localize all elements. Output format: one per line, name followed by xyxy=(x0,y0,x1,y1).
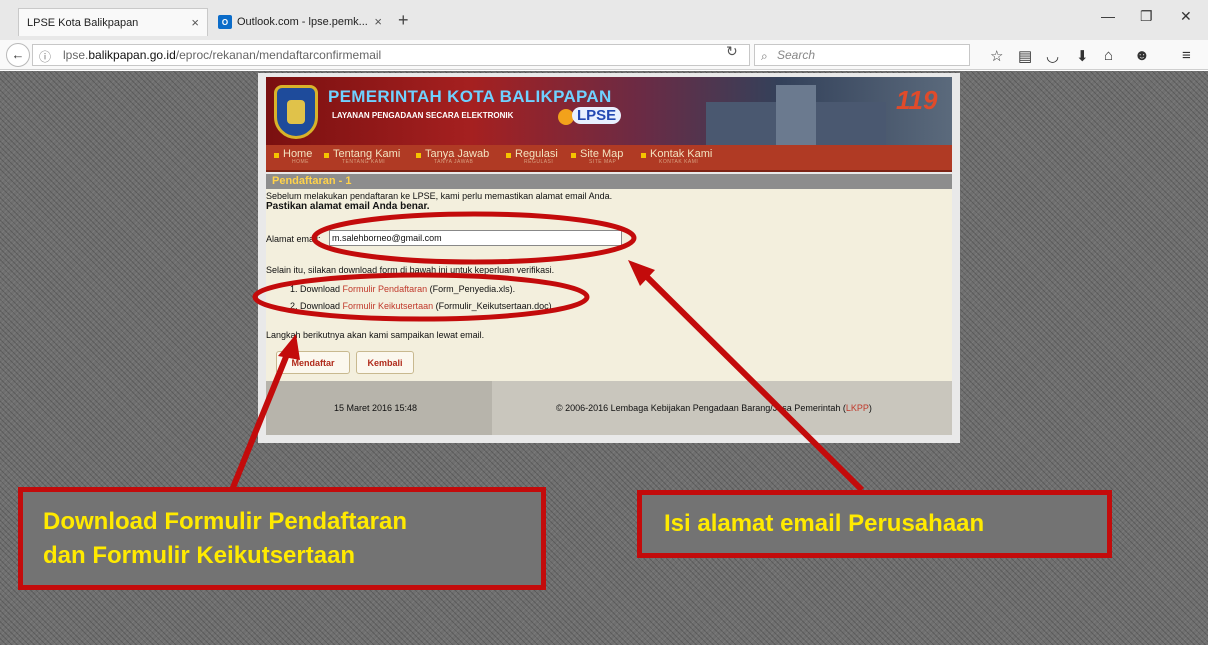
left-arrow-head xyxy=(278,334,300,360)
callout-line-1: Download Formulir Pendaftaran xyxy=(43,507,408,535)
email-highlight-ellipse xyxy=(311,211,637,265)
email-callout: Isi alamat email Perusahaan xyxy=(637,490,1112,558)
callout-text: Isi alamat email Perusahaan xyxy=(664,510,985,537)
right-arrow-line xyxy=(642,272,865,493)
left-arrow-line xyxy=(229,350,291,492)
download-callout: Download Formulir Pendaftaran dan Formul… xyxy=(18,487,546,590)
download-highlight-ellipse xyxy=(252,272,590,322)
callout-line-2: dan Formulir Keikutsertaan xyxy=(43,541,356,569)
